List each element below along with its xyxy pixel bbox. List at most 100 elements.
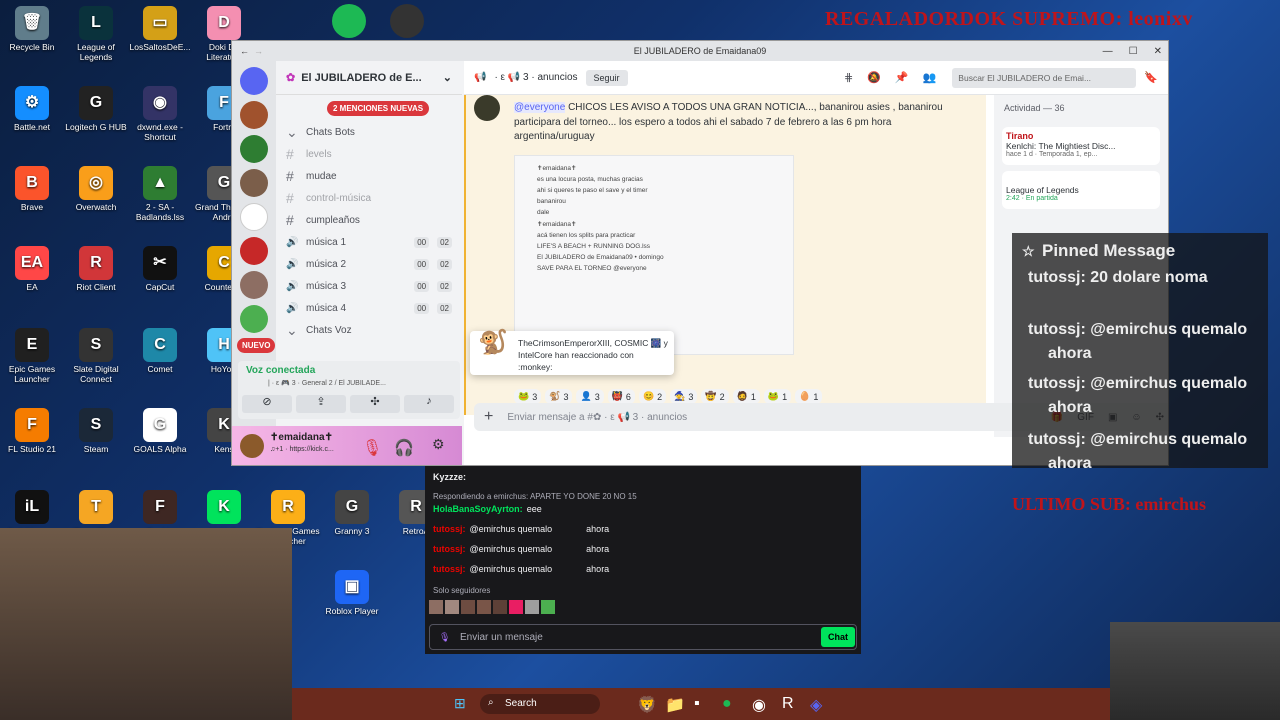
- reaction[interactable]: 🥚 1: [795, 389, 823, 404]
- everyone-mention[interactable]: @everyone: [514, 102, 566, 113]
- desktop-icon[interactable]: ▲ 2 - SA - Badlands.lss: [128, 166, 192, 223]
- image-attachment[interactable]: ✝emaidana✝ es una locura posta, muchas gr…: [514, 155, 794, 355]
- desktop-icon[interactable]: ▭ LosSaltosDeE...: [128, 6, 192, 53]
- emote-icon[interactable]: [429, 600, 443, 614]
- desktop-icon[interactable]: C Comet: [128, 328, 192, 375]
- desktop-icon[interactable]: G GOALS Alpha: [128, 408, 192, 455]
- server-icon[interactable]: [240, 237, 268, 265]
- threads-icon[interactable]: ⋕: [844, 71, 853, 84]
- server-icon[interactable]: [240, 135, 268, 163]
- reaction[interactable]: 🐸 1: [763, 389, 792, 404]
- emote-icon[interactable]: [493, 600, 507, 614]
- channel-item[interactable]: 🔊 música 2 00 02: [276, 253, 462, 275]
- desktop-icon[interactable]: ◎ Overwatch: [64, 166, 128, 213]
- channel-item[interactable]: # control-música: [276, 187, 462, 209]
- channel-item[interactable]: # cumpleaños: [276, 209, 462, 231]
- pin-icon[interactable]: 📌: [895, 71, 909, 84]
- channel-item[interactable]: 🔊 música 3 00 02: [276, 275, 462, 297]
- desktop-icon[interactable]: ⚙ Battle.net: [0, 86, 64, 133]
- desktop-icon[interactable]: S Slate Digital Connect: [64, 328, 128, 385]
- desktop-icon[interactable]: G Logitech G HUB: [64, 86, 128, 133]
- mic-muted-icon[interactable]: 🎙: [362, 438, 382, 458]
- reaction[interactable]: 🐸 3: [514, 389, 542, 404]
- windows-start-icon[interactable]: ⊞: [454, 695, 466, 712]
- channel-category[interactable]: ⌄ Chats Voz: [276, 319, 462, 341]
- screen-share-icon[interactable]: ⇪: [296, 395, 346, 413]
- new-mentions-badge[interactable]: 2 MENCIONES NUEVAS: [327, 101, 430, 116]
- inbox-icon[interactable]: 🔖: [1144, 71, 1158, 84]
- reaction[interactable]: 👤 3: [576, 389, 604, 404]
- reaction[interactable]: 🐒 3: [545, 389, 573, 404]
- add-attachment-icon[interactable]: +: [484, 408, 493, 426]
- app-icon[interactable]: ▪: [694, 695, 700, 713]
- server-icon[interactable]: [240, 169, 268, 197]
- reaction[interactable]: 👹 6: [607, 389, 635, 404]
- reaction[interactable]: 🤠 2: [701, 389, 729, 404]
- chat-send-button[interactable]: Chat: [821, 627, 855, 647]
- chat-username[interactable]: tutossj:: [433, 544, 466, 554]
- avatar[interactable]: [240, 434, 264, 458]
- avatar[interactable]: [474, 95, 500, 121]
- reaction[interactable]: 🧔 1: [732, 389, 760, 404]
- headset-muted-icon[interactable]: 🎧: [394, 438, 414, 458]
- channel-item[interactable]: 🔊 música 1 00 02: [276, 231, 462, 253]
- desktop-icon[interactable]: 🗑 Recycle Bin: [0, 6, 64, 53]
- channel-item[interactable]: 🔊 música 4 00 02: [276, 297, 462, 319]
- channel-item[interactable]: # levels: [276, 143, 462, 165]
- spotify-icon[interactable]: [332, 4, 366, 38]
- discord-home-icon[interactable]: [240, 67, 268, 95]
- desktop-icon[interactable]: ▣ Roblox Player: [320, 570, 384, 617]
- desktop-icon[interactable]: E Epic Games Launcher: [0, 328, 64, 385]
- chat-username[interactable]: tutossj:: [433, 564, 466, 574]
- desktop-icon[interactable]: S Steam: [64, 408, 128, 455]
- spotify-icon[interactable]: ●: [722, 695, 732, 713]
- mic-icon[interactable]: 🎙: [439, 632, 450, 643]
- file-explorer-icon[interactable]: 📁: [665, 695, 685, 715]
- taskbar-search[interactable]: ⌕ Search: [480, 694, 600, 714]
- activities-icon[interactable]: ✣: [350, 395, 400, 413]
- brave-icon[interactable]: 🦁: [637, 695, 657, 715]
- desktop-icon[interactable]: G Granny 3: [320, 490, 384, 537]
- emote-icon[interactable]: [445, 600, 459, 614]
- emote-icon[interactable]: [509, 600, 523, 614]
- server-header[interactable]: ✿ El JUBILADERO de E... ⌄: [276, 61, 462, 95]
- server-icon[interactable]: [240, 271, 268, 299]
- chat-input[interactable]: Enviar un mensaje: [429, 624, 857, 650]
- desktop-icon[interactable]: B Brave: [0, 166, 64, 213]
- voice-status[interactable]: Voz conectada: [246, 365, 315, 376]
- search-input[interactable]: Buscar El JUBILADERO de Emai...: [952, 67, 1137, 88]
- emote-icon[interactable]: [525, 600, 539, 614]
- discord-icon[interactable]: ◈: [810, 695, 822, 715]
- chat-username[interactable]: tutossj:: [433, 524, 466, 534]
- desktop-icon[interactable]: ✂ CapCut: [128, 246, 192, 293]
- desktop-icon[interactable]: R Riot Client: [64, 246, 128, 293]
- server-icon[interactable]: [240, 305, 268, 333]
- activity-card[interactable]: Tirano Kenlchi: The Mightiest Disc... ha…: [1002, 127, 1160, 165]
- app-icon[interactable]: R: [782, 695, 794, 713]
- voice-location[interactable]: | · ε 🎮 3 · General 2 / El JUBILADE...: [268, 379, 386, 387]
- reaction[interactable]: 🧙 3: [670, 389, 698, 404]
- reaction[interactable]: 😊 2: [638, 389, 667, 404]
- desktop-icon[interactable]: L League of Legends: [64, 6, 128, 63]
- obs-icon[interactable]: ◉: [752, 695, 766, 715]
- desktop-icon[interactable]: ◉ dxwnd.exe - Shortcut: [128, 86, 192, 143]
- activity-card[interactable]: League of Legends 2:42 · En partida: [1002, 171, 1160, 209]
- server-icon[interactable]: [240, 203, 268, 231]
- camera-off-icon[interactable]: ⊘: [242, 395, 292, 413]
- emote-icon[interactable]: [477, 600, 491, 614]
- channel-item[interactable]: # mudae: [276, 165, 462, 187]
- server-icon[interactable]: [240, 101, 268, 129]
- members-icon[interactable]: 👥: [923, 71, 937, 84]
- close-icon[interactable]: ✕: [1154, 46, 1162, 57]
- desktop-icon[interactable]: EA EA: [0, 246, 64, 293]
- soundboard-icon[interactable]: ♪: [404, 395, 454, 413]
- settings-gear-icon[interactable]: ⚙: [432, 436, 445, 453]
- desktop-icon[interactable]: F FL Studio 21: [0, 408, 64, 455]
- maximize-icon[interactable]: ☐: [1129, 46, 1138, 57]
- emote-icon[interactable]: [461, 600, 475, 614]
- notification-muted-icon[interactable]: 🔕: [867, 71, 881, 84]
- minimize-icon[interactable]: —: [1103, 46, 1113, 57]
- app-icon[interactable]: [390, 4, 424, 38]
- follow-button[interactable]: Seguir: [585, 69, 628, 86]
- emote-icon[interactable]: [541, 600, 555, 614]
